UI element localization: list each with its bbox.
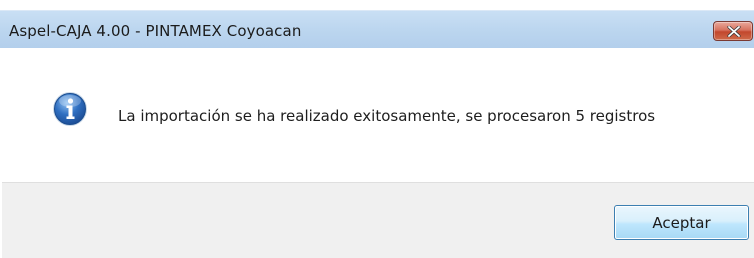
title-bar[interactable]: Aspel-CAJA 4.00 - PINTAMEX Coyoacan bbox=[0, 10, 754, 48]
close-button[interactable] bbox=[713, 21, 753, 41]
window-title: Aspel-CAJA 4.00 - PINTAMEX Coyoacan bbox=[9, 22, 302, 40]
accept-button[interactable]: Aceptar bbox=[614, 205, 749, 240]
dialog-window: Aspel-CAJA 4.00 - PINTAMEX Coyoacan La i… bbox=[0, 0, 754, 258]
dialog-footer: Aceptar bbox=[2, 182, 754, 258]
close-icon bbox=[727, 26, 741, 37]
info-icon bbox=[53, 92, 87, 126]
window-corner bbox=[0, 0, 6, 10]
dialog-content: La importación se ha realizado exitosame… bbox=[2, 48, 754, 182]
dialog-message: La importación se ha realizado exitosame… bbox=[118, 107, 656, 125]
